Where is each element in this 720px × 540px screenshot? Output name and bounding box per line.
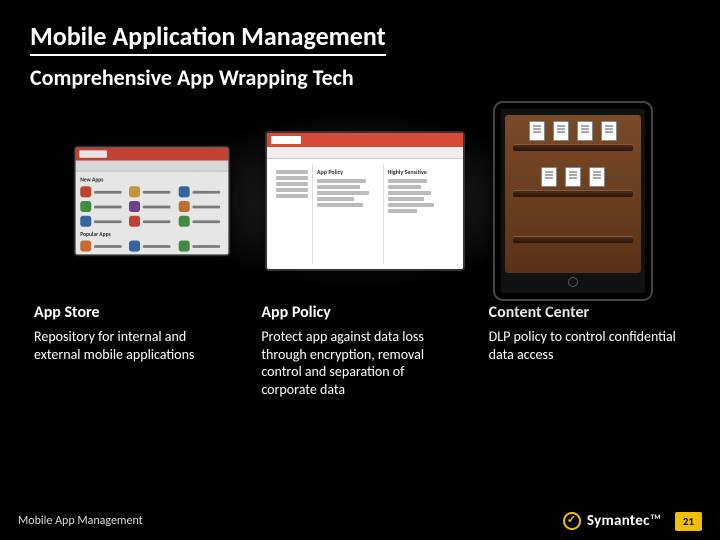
footer-left-text: Mobile App Management [18, 514, 143, 528]
screenshot-app-policy: App Policy Highly Sensitive [265, 131, 465, 271]
slide-subtitle: Comprehensive App Wrapping Tech [30, 64, 690, 91]
column-body: DLP policy to control confidential data … [489, 328, 686, 363]
column-heading: App Policy [261, 303, 458, 322]
column-heading: Content Center [489, 303, 686, 322]
column-heading: App Store [34, 303, 231, 322]
column-body: Repository for internal and external mob… [34, 328, 231, 363]
column-app-policy: App Policy Protect app against data loss… [261, 303, 458, 398]
feature-columns: App Store Repository for internal and ex… [0, 291, 720, 398]
column-app-store: App Store Repository for internal and ex… [34, 303, 231, 398]
column-content-center: Content Center DLP policy to control con… [489, 303, 686, 398]
check-circle-icon [563, 512, 581, 530]
slide-title: Mobile Application Management [30, 20, 386, 56]
screenshot-carousel: New Apps Popular Apps [0, 111, 720, 291]
slide-footer: Mobile App Management SymantecTM 21 [0, 502, 720, 540]
column-body: Protect app against data loss through en… [261, 328, 458, 398]
trademark-symbol: TM [651, 512, 661, 521]
brand-name: Symantec [587, 512, 650, 530]
brand-logo: SymantecTM [563, 512, 661, 530]
screenshot-app-store: New Apps Popular Apps [74, 146, 230, 256]
page-number: 21 [675, 512, 702, 531]
home-button-icon [568, 277, 578, 287]
screenshot-content-center [493, 101, 653, 301]
